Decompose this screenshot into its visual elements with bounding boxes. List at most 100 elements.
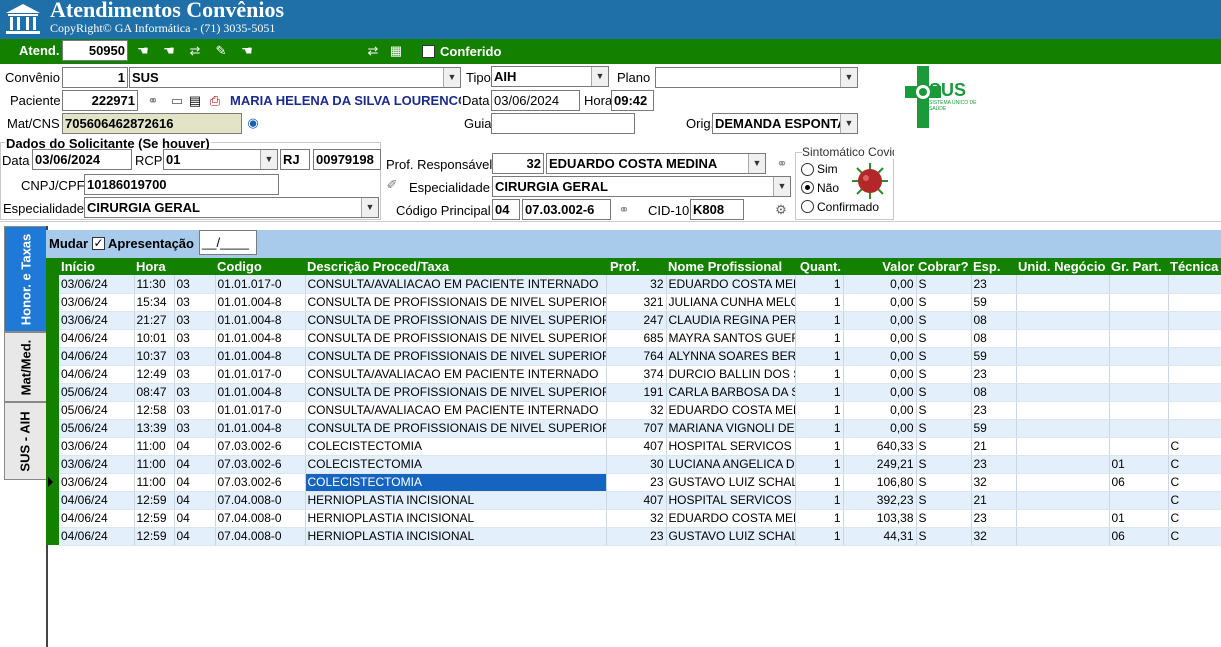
table-cell[interactable]: 01 bbox=[1109, 509, 1169, 528]
table-cell[interactable]: 1 bbox=[795, 329, 844, 348]
grid-header-cell[interactable]: Valor bbox=[843, 258, 916, 275]
table-cell[interactable]: 03/06/24 bbox=[59, 275, 135, 294]
binoculars-icon[interactable]: ⚭ bbox=[773, 155, 791, 173]
table-cell[interactable]: 04 bbox=[174, 509, 216, 528]
table-cell[interactable]: 106,80 bbox=[843, 473, 917, 492]
cid-input[interactable]: K808 bbox=[690, 199, 744, 220]
table-cell[interactable]: EDUARDO COSTA MEDINA bbox=[666, 401, 796, 420]
table-cell[interactable]: 01.01.017-0 bbox=[215, 365, 306, 384]
conferido-checkbox[interactable] bbox=[422, 45, 435, 58]
table-cell[interactable]: 04/06/24 bbox=[59, 365, 135, 384]
table-cell[interactable]: 07.03.002-6 bbox=[215, 473, 306, 492]
table-cell[interactable]: 01.01.004-8 bbox=[215, 311, 306, 330]
table-cell[interactable] bbox=[1109, 293, 1169, 312]
table-cell[interactable] bbox=[1168, 347, 1221, 366]
table-cell[interactable]: 08:47 bbox=[134, 383, 175, 402]
codigo-a-input[interactable]: 04 bbox=[492, 199, 520, 220]
table-cell[interactable]: 32 bbox=[606, 401, 667, 420]
grid-header-cell[interactable]: Unid. Negócio bbox=[1016, 258, 1109, 275]
table-row[interactable]: 03/06/24 11:00 04 07.03.002-6 COLECISTECTOMI… bbox=[46, 473, 1221, 492]
table-cell[interactable]: 05/06/24 bbox=[59, 419, 135, 438]
table-cell[interactable]: 01.01.017-0 bbox=[215, 275, 306, 294]
table-cell[interactable] bbox=[1168, 329, 1221, 348]
crm-input[interactable]: 00979198 bbox=[313, 149, 381, 170]
table-cell[interactable]: CLAUDIA REGINA PEREIRA bbox=[666, 311, 796, 330]
table-cell[interactable]: 10:01 bbox=[134, 329, 175, 348]
table-cell[interactable]: C bbox=[1168, 455, 1221, 474]
table-cell[interactable]: 1 bbox=[795, 455, 844, 474]
table-cell[interactable]: 03 bbox=[174, 329, 216, 348]
table-cell[interactable]: 04 bbox=[174, 527, 216, 546]
table-cell[interactable]: 23 bbox=[606, 473, 667, 492]
table-cell[interactable]: 03 bbox=[174, 311, 216, 330]
table-row[interactable]: 05/06/24 08:47 03 01.01.004-8 CONSULTA DE PR… bbox=[46, 383, 1221, 402]
table-cell[interactable]: S bbox=[916, 401, 972, 420]
table-cell[interactable]: HERNIOPLASTIA INCISIONAL bbox=[305, 527, 607, 546]
table-cell[interactable]: 06 bbox=[1109, 527, 1169, 546]
table-cell[interactable]: S bbox=[916, 365, 972, 384]
table-cell[interactable]: 12:59 bbox=[134, 491, 175, 510]
table-cell[interactable]: 06 bbox=[1109, 473, 1169, 492]
table-cell[interactable]: S bbox=[916, 419, 972, 438]
chevron-down-icon[interactable]: ▼ bbox=[840, 68, 857, 87]
table-cell[interactable]: 11:00 bbox=[134, 437, 175, 456]
prof-code-input[interactable]: 32 bbox=[492, 153, 544, 174]
table-cell[interactable]: 0,00 bbox=[843, 347, 917, 366]
table-cell[interactable] bbox=[1016, 419, 1110, 438]
table-cell[interactable]: 0,00 bbox=[843, 383, 917, 402]
table-row[interactable]: 03/06/24 11:00 04 07.03.002-6 COLECISTECTOMI… bbox=[46, 455, 1221, 474]
table-row[interactable]: 03/06/24 15:34 03 01.01.004-8 CONSULTA DE PR… bbox=[46, 293, 1221, 312]
table-cell[interactable]: 23 bbox=[971, 509, 1017, 528]
table-cell[interactable]: 05/06/24 bbox=[59, 383, 135, 402]
table-row[interactable]: 04/06/24 12:59 04 07.04.008-0 HERNIOPLASTIA … bbox=[46, 509, 1221, 528]
edit-pencil-icon[interactable]: ✎ bbox=[212, 42, 230, 60]
chevron-down-icon[interactable]: ▼ bbox=[361, 198, 378, 217]
table-cell[interactable]: HOSPITAL SERVICOS bbox=[666, 437, 796, 456]
chevron-down-icon[interactable]: ▼ bbox=[840, 114, 857, 133]
grid-header-cell[interactable]: Hora bbox=[134, 258, 174, 275]
table-cell[interactable]: 392,23 bbox=[843, 491, 917, 510]
pen-icon[interactable]: ✐ bbox=[383, 176, 401, 194]
table-cell[interactable]: 03/06/24 bbox=[59, 311, 135, 330]
table-row[interactable]: 04/06/24 10:01 03 01.01.004-8 CONSULTA DE PR… bbox=[46, 329, 1221, 348]
table-cell[interactable]: 11:00 bbox=[134, 455, 175, 474]
table-cell[interactable] bbox=[1168, 419, 1221, 438]
table-cell[interactable]: 03/06/24 bbox=[59, 437, 135, 456]
document-icon[interactable]: ▭ bbox=[168, 92, 186, 110]
table-cell[interactable]: CONSULTA DE PROFISSIONAIS DE NIVEL SUPER… bbox=[305, 293, 607, 312]
table-cell[interactable]: S bbox=[916, 437, 972, 456]
table-cell[interactable]: 10:37 bbox=[134, 347, 175, 366]
table-cell[interactable]: 07.04.008-0 bbox=[215, 491, 306, 510]
table-cell[interactable]: 1 bbox=[795, 491, 844, 510]
table-cell[interactable]: 1 bbox=[795, 527, 844, 546]
grid-header-cell[interactable]: Cobrar? bbox=[916, 258, 971, 275]
table-cell[interactable]: HERNIOPLASTIA INCISIONAL bbox=[305, 491, 607, 510]
table-cell[interactable]: 764 bbox=[606, 347, 667, 366]
table-cell[interactable]: 04 bbox=[174, 473, 216, 492]
table-cell[interactable] bbox=[1109, 401, 1169, 420]
table-cell[interactable]: 191 bbox=[606, 383, 667, 402]
table-cell[interactable]: COLECISTECTOMIA bbox=[305, 473, 607, 492]
table-cell[interactable] bbox=[1109, 347, 1169, 366]
atend-input[interactable]: 50950 bbox=[62, 40, 128, 61]
table-cell[interactable]: 07.04.008-0 bbox=[215, 527, 306, 546]
tab-mat-med[interactable]: Mat/Med. bbox=[4, 332, 46, 402]
table-cell[interactable]: 01.01.004-8 bbox=[215, 293, 306, 312]
table-cell[interactable] bbox=[1168, 311, 1221, 330]
table-cell[interactable]: 01.01.004-8 bbox=[215, 329, 306, 348]
table-cell[interactable]: 04 bbox=[174, 437, 216, 456]
table-cell[interactable] bbox=[1168, 383, 1221, 402]
table-cell[interactable]: HERNIOPLASTIA INCISIONAL bbox=[305, 509, 607, 528]
table-cell[interactable]: 01.01.004-8 bbox=[215, 419, 306, 438]
table-cell[interactable] bbox=[1016, 455, 1110, 474]
table-row[interactable]: 04/06/24 10:37 03 01.01.004-8 CONSULTA DE PR… bbox=[46, 347, 1221, 366]
table-cell[interactable]: CONSULTA DE PROFISSIONAIS DE NIVEL SUPER… bbox=[305, 347, 607, 366]
table-cell[interactable]: S bbox=[916, 329, 972, 348]
table-cell[interactable] bbox=[1109, 437, 1169, 456]
table-row[interactable]: 03/06/24 11:00 04 07.03.002-6 COLECISTECTOMI… bbox=[46, 437, 1221, 456]
table-cell[interactable]: C bbox=[1168, 491, 1221, 510]
table-row[interactable]: 03/06/24 21:27 03 01.01.004-8 CONSULTA DE PR… bbox=[46, 311, 1221, 330]
table-cell[interactable]: 07.04.008-0 bbox=[215, 509, 306, 528]
table-row[interactable]: 04/06/24 12:59 04 07.04.008-0 HERNIOPLASTIA … bbox=[46, 527, 1221, 546]
settings-icon[interactable]: ⚙ bbox=[772, 201, 790, 219]
